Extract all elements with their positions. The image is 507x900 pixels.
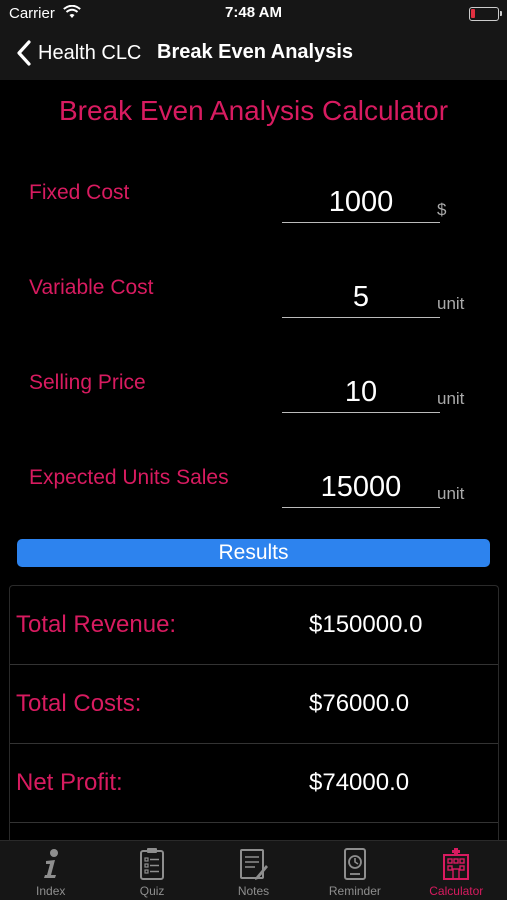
result-row-net-profit: Net Profit: $74000.0 — [10, 744, 498, 823]
net-profit-label: Net Profit: — [16, 769, 123, 796]
selling-price-input[interactable] — [282, 367, 440, 413]
expected-units-sales-label: Expected Units Sales — [29, 466, 229, 489]
hospital-icon — [443, 848, 470, 880]
tab-notes-label: Notes — [237, 884, 270, 898]
variable-cost-unit: unit — [437, 294, 465, 313]
tab-index-label: Index — [36, 884, 66, 898]
fixed-cost-unit: $ — [437, 200, 447, 219]
total-costs-label: Total Costs: — [16, 690, 142, 717]
chevron-left-icon — [17, 40, 31, 66]
results-table: Total Revenue: $150000.0 Total Costs: $7… — [9, 585, 499, 840]
result-row-partial — [10, 823, 498, 840]
fixed-cost-label: Fixed Cost — [29, 181, 130, 204]
tab-calculator[interactable]: Calculator — [406, 841, 507, 900]
battery-icon — [469, 7, 502, 21]
expected-units-sales-unit: unit — [437, 484, 465, 503]
notes-icon — [240, 849, 269, 880]
fixed-cost-input[interactable] — [282, 177, 440, 223]
net-profit-value: $74000.0 — [309, 769, 410, 796]
expected-units-sales-input[interactable] — [282, 462, 440, 508]
back-button-label: Health CLC — [38, 41, 142, 64]
status-bar: Carrier 7:48 AM — [0, 0, 507, 28]
tab-index[interactable]: Index — [0, 841, 101, 900]
selling-price-unit: unit — [437, 389, 465, 408]
page-title: Break Even Analysis — [157, 41, 354, 63]
results-button[interactable]: Results — [17, 539, 490, 567]
tab-quiz[interactable]: Quiz — [101, 841, 202, 900]
total-revenue-label: Total Revenue: — [16, 611, 177, 638]
selling-price-label: Selling Price — [29, 371, 146, 394]
tab-reminder[interactable]: Reminder — [304, 841, 405, 900]
calculator-title: Break Even Analysis Calculator — [58, 95, 449, 126]
status-time: 7:48 AM — [225, 4, 282, 21]
info-icon — [43, 849, 58, 878]
tab-calculator-label: Calculator — [429, 884, 484, 898]
tab-bar: Index Quiz Notes Reminder Calculator — [0, 840, 507, 900]
variable-cost-label: Variable Cost — [29, 276, 154, 299]
total-revenue-value: $150000.0 — [309, 611, 423, 638]
tab-reminder-label: Reminder — [328, 884, 381, 898]
navigation-bar: Health CLC Break Even Analysis — [0, 28, 507, 80]
clipboard-icon — [140, 848, 165, 880]
variable-cost-input[interactable] — [282, 272, 440, 318]
result-row-total-revenue: Total Revenue: $150000.0 — [10, 586, 498, 665]
total-costs-value: $76000.0 — [309, 690, 410, 717]
tab-quiz-label: Quiz — [139, 884, 165, 898]
back-button[interactable]: Health CLC — [14, 38, 141, 68]
result-row-total-costs: Total Costs: $76000.0 — [10, 665, 498, 744]
tab-notes[interactable]: Notes — [203, 841, 304, 900]
clock-icon — [343, 848, 366, 880]
